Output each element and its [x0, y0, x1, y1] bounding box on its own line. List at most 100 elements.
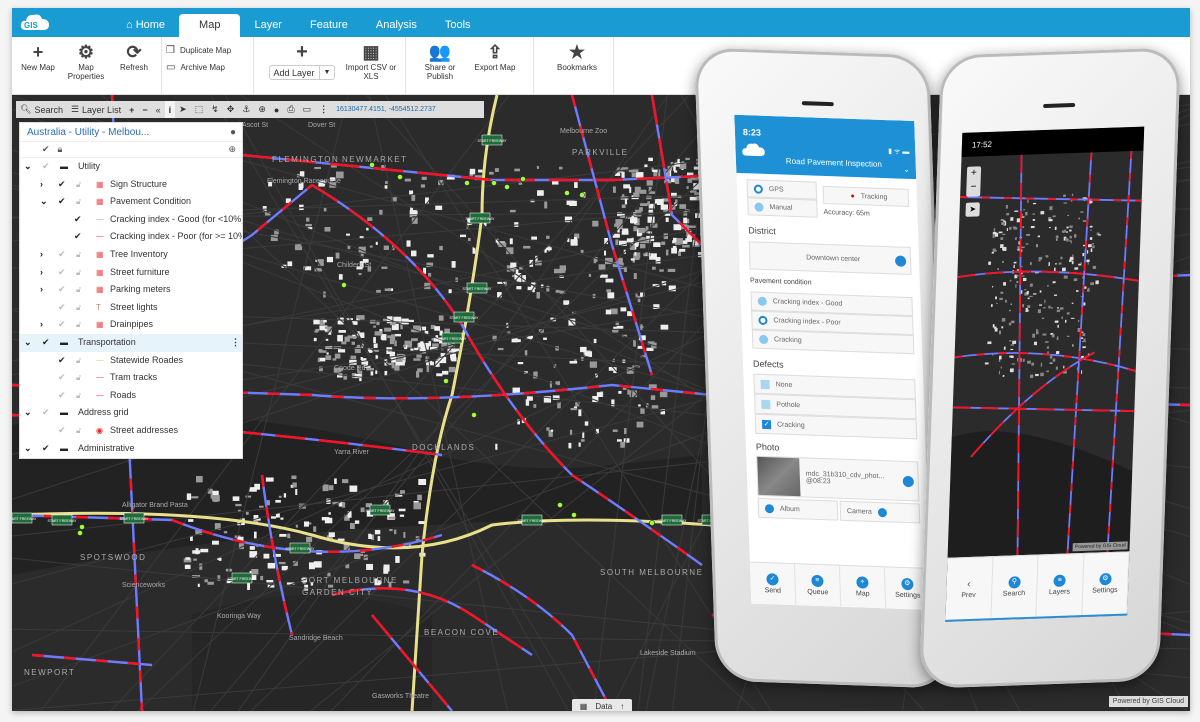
tab-home[interactable]: ⌂ Home: [112, 14, 179, 37]
remove-photo-icon[interactable]: [902, 475, 914, 487]
visibility-checkbox[interactable]: ✔: [58, 267, 66, 278]
visibility-checkbox[interactable]: ✔: [74, 231, 82, 242]
chevron-down-icon[interactable]: ⌄: [24, 337, 32, 348]
district-select[interactable]: Downtown center: [748, 241, 912, 276]
chevron-right-icon[interactable]: ›: [40, 284, 43, 295]
visibility-checkbox[interactable]: ✔: [58, 196, 66, 207]
bookmarks-button[interactable]: ★ Bookmarks: [548, 41, 606, 72]
photo-thumbnail[interactable]: [757, 456, 801, 497]
visibility-checkbox[interactable]: ✔: [42, 443, 50, 454]
layer-row[interactable]: › ✔ 🔓︎ ▦ Tree Inventory: [20, 246, 242, 264]
globe-tool[interactable]: ●: [270, 101, 283, 118]
import-csv-button[interactable]: ▦ Import CSV or XLS: [342, 41, 400, 81]
unlock-icon[interactable]: 🔓︎: [76, 196, 81, 207]
layer-row[interactable]: ✔ 🔓︎ ⁓ Tram tracks: [20, 369, 242, 387]
layer-row[interactable]: ⌄ ✔ 🔓︎ ▦ Pavement Condition: [20, 193, 242, 211]
defect-cracking[interactable]: ✓ Cracking: [754, 413, 918, 440]
zoom-out-button[interactable]: −: [966, 180, 980, 195]
info-tool[interactable]: i: [164, 101, 176, 118]
visibility-checkbox[interactable]: ✔: [58, 425, 66, 436]
zoom-to-layer-icon[interactable]: ⊕: [228, 144, 236, 155]
chevron-right-icon[interactable]: ›: [40, 319, 43, 330]
zoom-in-button[interactable]: +: [125, 101, 138, 118]
tab-map[interactable]: Map: [179, 14, 241, 37]
unlock-icon[interactable]: 🔓︎: [76, 372, 81, 383]
visibility-checkbox[interactable]: ✔: [58, 249, 66, 260]
settings-tab[interactable]: ⚙ Settings: [1081, 552, 1130, 616]
tab-layer[interactable]: Layer: [240, 14, 296, 37]
chevron-down-icon[interactable]: ⌄: [903, 165, 910, 174]
search-button[interactable]: 🔍︎ Search: [16, 101, 67, 118]
visibility-checkbox[interactable]: ✔: [58, 179, 66, 190]
unlock-icon[interactable]: 🔓︎: [76, 319, 81, 330]
chevron-right-icon[interactable]: ›: [40, 267, 43, 278]
tab-analysis[interactable]: Analysis: [362, 14, 431, 37]
visibility-checkbox[interactable]: ✔: [42, 161, 50, 172]
camera-button[interactable]: Camera: [839, 500, 921, 524]
unlock-icon[interactable]: 🔓︎: [76, 249, 81, 260]
chevron-down-icon[interactable]: ⌄: [24, 161, 32, 172]
send-tab[interactable]: ✓ Send: [749, 562, 797, 606]
chevron-down-icon[interactable]: ⌄: [40, 196, 48, 207]
new-map-button[interactable]: + New Map: [16, 41, 60, 72]
globe-icon[interactable]: ●: [230, 127, 236, 138]
chevron-down-icon[interactable]: ⌄: [24, 443, 32, 454]
add-layer-dropdown[interactable]: Add Layer ▼: [268, 65, 336, 80]
lock-icon[interactable]: 🔒︎: [58, 144, 63, 155]
select-tool[interactable]: ➤: [175, 101, 191, 118]
visibility-checkbox[interactable]: ✔: [58, 319, 66, 330]
more-button[interactable]: ⋮: [315, 101, 332, 118]
unlock-icon[interactable]: 🔓︎: [76, 179, 81, 190]
box-select-tool[interactable]: ⬚: [191, 101, 208, 118]
visibility-checkbox[interactable]: ✔: [42, 407, 50, 418]
layer-row[interactable]: ✔ 🔓︎ ⁓ Roads: [20, 387, 242, 405]
archive-map-button[interactable]: ▭ Archive Map: [166, 62, 242, 73]
layer-row[interactable]: ✔ 🔓︎ ⁓ Statewide Roades: [20, 352, 242, 370]
visibility-checkbox[interactable]: ✔: [58, 372, 66, 383]
more-vertical-icon[interactable]: ⋮: [231, 337, 240, 348]
layer-row[interactable]: ✔ 🔓︎ T Street lights: [20, 299, 242, 317]
manual-option[interactable]: Manual: [747, 197, 818, 218]
unlock-icon[interactable]: 🔓︎: [76, 425, 81, 436]
layer-row[interactable]: › ✔ 🔓︎ ▦ Drainpipes: [20, 316, 242, 334]
visibility-checkbox[interactable]: ✔: [58, 390, 66, 401]
print-button[interactable]: ⎙: [283, 101, 298, 118]
refresh-button[interactable]: ⟳ Refresh: [112, 41, 156, 72]
fullscreen-button[interactable]: ▭: [299, 101, 316, 118]
layer-row[interactable]: ⌄ ✔ ▬ Address grid: [20, 404, 242, 422]
map-title[interactable]: Australia - Utility - Melbou...: [27, 127, 149, 138]
visibility-checkbox[interactable]: ✔: [58, 284, 66, 295]
unlock-icon[interactable]: 🔓︎: [76, 390, 81, 401]
layer-row[interactable]: ✔🔓︎⁓Cracking index - Good (for <10%): [20, 211, 242, 229]
data-button[interactable]: ▦ Data ↑: [572, 699, 632, 711]
export-map-button[interactable]: ⇪ Export Map: [466, 41, 524, 72]
layer-row[interactable]: › ✔ 🔓︎ ▦ Parking meters: [20, 281, 242, 299]
map-properties-button[interactable]: ⚙ Map Properties: [64, 41, 108, 81]
visibility-checkbox[interactable]: ✔: [42, 337, 50, 348]
tracking-button[interactable]: ● Tracking: [822, 185, 910, 207]
pan-tool[interactable]: ✥: [223, 101, 239, 118]
queue-tab[interactable]: ≡ Queue: [794, 564, 842, 607]
layer-row[interactable]: › ✔ 🔓︎ ▦ Street furniture: [20, 264, 242, 282]
layer-row[interactable]: ⌄ ✔ ▬ Administrative: [20, 440, 242, 458]
unlock-icon[interactable]: 🔓︎: [76, 355, 81, 366]
prev-tab[interactable]: ‹ Prev: [945, 557, 994, 620]
layer-list-button[interactable]: ☰ Layer List: [67, 101, 125, 118]
zoom-tool[interactable]: ⊕: [254, 101, 270, 118]
measure-tool[interactable]: ↯: [207, 101, 223, 118]
zoom-in-button[interactable]: +: [967, 166, 981, 181]
chevron-right-icon[interactable]: ›: [40, 179, 43, 190]
layer-row[interactable]: ⌄ ✔ ▬ Transportation ⋮: [20, 333, 242, 352]
zoom-out-button[interactable]: −: [138, 101, 151, 118]
layer-row[interactable]: ✔🔓︎⁓Cracking index - Poor (for >= 10%: [20, 228, 242, 246]
search-tab[interactable]: ⚲ Search: [990, 555, 1039, 619]
duplicate-map-button[interactable]: ❐ Duplicate Map: [166, 45, 242, 56]
chevron-right-icon[interactable]: ›: [40, 249, 43, 260]
tab-tools[interactable]: Tools: [431, 14, 485, 37]
layer-row[interactable]: ✔ 🔓︎ ◉ Street addresses: [20, 422, 242, 440]
unlock-icon[interactable]: 🔓︎: [76, 302, 81, 313]
tab-feature[interactable]: Feature: [296, 14, 362, 37]
visibility-checkbox[interactable]: ✔: [58, 302, 66, 313]
map-tab[interactable]: ⌖ Map: [839, 565, 887, 609]
layer-row[interactable]: ⌄ ✔ ▬ Utility: [20, 158, 242, 176]
